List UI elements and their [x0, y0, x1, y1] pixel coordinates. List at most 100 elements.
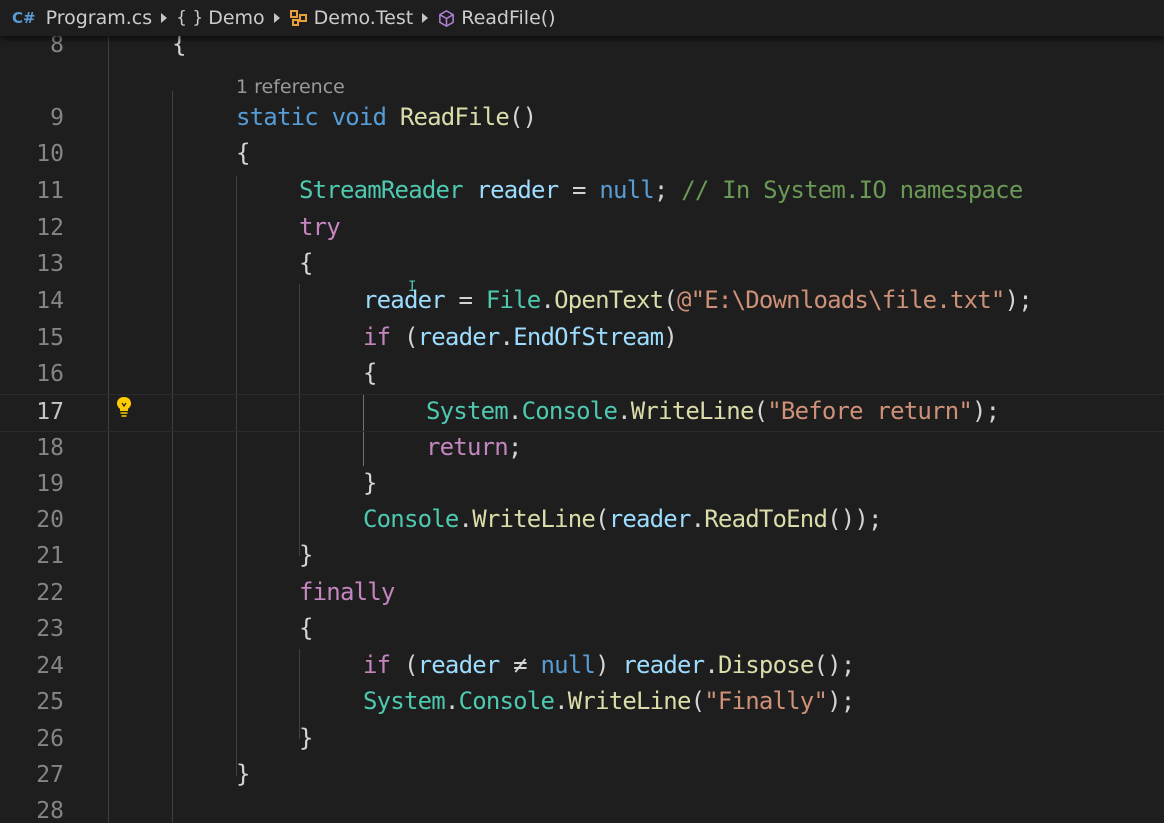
code-text: { — [299, 249, 313, 277]
line-number: 23 — [36, 616, 64, 642]
breadcrumb-namespace[interactable]: { } Demo — [176, 7, 265, 29]
code-line[interactable]: 18 return; — [0, 431, 1164, 467]
code-editor[interactable]: 1 reference I 8{9 static void ReadFile() 1… — [0, 30, 1164, 823]
code-line[interactable]: 21} — [0, 539, 1164, 575]
code-token: = — [558, 176, 600, 204]
chevron-right-icon — [273, 13, 280, 23]
breadcrumb-file[interactable]: C# Program.cs — [0, 7, 152, 29]
code-token: ( — [690, 687, 705, 715]
code-token: ()); — [827, 505, 882, 533]
code-token: (); — [813, 651, 856, 679]
code-line[interactable]: 15 if (reader.EndOfStream) — [0, 321, 1164, 357]
code-line[interactable]: 12 try — [0, 211, 1164, 247]
code-text: { — [363, 359, 377, 387]
code-token: WriteLine — [567, 687, 692, 715]
line-number: 16 — [36, 361, 64, 387]
code-text: System.Console.WriteLine("Before return"… — [426, 397, 1000, 425]
code-token: "Before return" — [767, 397, 973, 425]
line-number: 18 — [36, 435, 64, 461]
code-line[interactable]: 27} — [0, 758, 1164, 794]
line-number: 25 — [36, 689, 64, 715]
csharp-file-icon: C# — [12, 9, 36, 27]
code-text: } — [299, 541, 313, 569]
code-text: return; — [426, 433, 522, 461]
code-token: null — [540, 651, 596, 679]
method-cube-icon — [437, 9, 456, 28]
code-token: WriteLine — [472, 505, 596, 533]
breadcrumb-class[interactable]: Demo.Test — [289, 7, 414, 29]
code-text: } — [236, 760, 250, 788]
code-text: if (reader ≠ null) reader.Dispose(); — [363, 651, 856, 679]
code-token: null — [599, 176, 654, 204]
code-line[interactable]: 19} — [0, 467, 1164, 503]
code-token: StreamReader — [299, 176, 464, 204]
line-number: 21 — [36, 543, 64, 569]
code-line[interactable]: 26} — [0, 722, 1164, 758]
code-token: reader — [363, 286, 446, 314]
codelens-references[interactable]: 1 reference — [236, 76, 345, 98]
code-token: reader — [417, 651, 501, 679]
line-number: 9 — [50, 105, 64, 131]
code-token: Console — [458, 687, 555, 715]
code-token: { — [299, 249, 313, 277]
code-token: if — [363, 651, 391, 679]
code-token: void — [331, 103, 387, 131]
breadcrumb-file-label: Program.cs — [45, 7, 153, 29]
code-text: } — [299, 724, 313, 752]
code-token: System — [426, 397, 509, 425]
code-text: Console.WriteLine(reader.ReadToEnd()); — [363, 505, 883, 533]
code-token: ); — [1004, 286, 1033, 314]
chevron-right-icon — [422, 13, 429, 23]
code-token: reader — [417, 323, 501, 351]
code-token: } — [299, 724, 313, 752]
code-line[interactable]: 17 System.Console.WriteLine("Before retur… — [0, 394, 1164, 432]
code-token: { — [236, 139, 250, 167]
code-line[interactable]: 16 { — [0, 357, 1164, 393]
code-token: . — [444, 687, 459, 715]
code-line[interactable]: 14 reader = File.OpenText(@"E:\Downloads\… — [0, 284, 1164, 320]
code-token: EndOfStream — [513, 323, 664, 351]
code-line[interactable]: 28 — [0, 794, 1164, 823]
code-token: ; — [653, 176, 682, 204]
code-token: try — [299, 213, 341, 241]
code-text: try — [299, 213, 341, 241]
code-line[interactable]: 11 StreamReader reader = null; // In Syst… — [0, 174, 1164, 210]
code-line[interactable]: 13 { — [0, 247, 1164, 283]
code-token: { — [299, 614, 313, 642]
code-token: . — [540, 286, 555, 314]
code-text: finally — [299, 578, 395, 606]
code-line[interactable]: 24 if (reader ≠ null) reader.Dispose(); — [0, 649, 1164, 685]
code-text: StreamReader reader = null; // In System… — [299, 176, 1023, 204]
code-token: . — [554, 687, 568, 715]
code-line[interactable]: 10 { — [0, 137, 1164, 173]
code-token: ); — [827, 687, 855, 715]
code-line[interactable]: 23 { — [0, 612, 1164, 648]
code-token: () — [509, 103, 537, 131]
code-token: WriteLine — [630, 397, 755, 425]
code-token: reader — [608, 505, 692, 533]
code-token: ); — [972, 397, 1000, 425]
code-text: } — [363, 469, 377, 497]
code-token: // In System.IO namespace — [681, 176, 1023, 204]
code-token: ) — [595, 651, 623, 679]
code-line[interactable]: 9 static void ReadFile() — [0, 101, 1164, 137]
code-token: } — [299, 541, 313, 569]
line-number: 12 — [36, 215, 64, 241]
code-text: reader = File.OpenText(@"E:\Downloads\fi… — [363, 286, 1033, 314]
line-number: 13 — [36, 251, 64, 277]
code-text: static void ReadFile() — [236, 103, 537, 131]
code-line[interactable]: 25 System.Console.WriteLine("Finally"); — [0, 685, 1164, 721]
line-number: 14 — [36, 288, 64, 314]
breadcrumb-class-label: Demo.Test — [313, 7, 414, 29]
breadcrumb-namespace-label: Demo — [208, 7, 265, 29]
code-token: ReadFile — [399, 103, 510, 131]
code-token: if — [363, 323, 391, 351]
code-line[interactable]: 22 finally — [0, 576, 1164, 612]
line-number: 27 — [36, 762, 64, 788]
breadcrumb-method[interactable]: ReadFile() — [437, 7, 556, 29]
breadcrumb-method-label: ReadFile() — [461, 7, 556, 29]
code-text: { — [236, 139, 250, 167]
code-line[interactable]: 20 Console.WriteLine(reader.ReadToEnd()); — [0, 503, 1164, 539]
code-token: . — [499, 323, 514, 351]
